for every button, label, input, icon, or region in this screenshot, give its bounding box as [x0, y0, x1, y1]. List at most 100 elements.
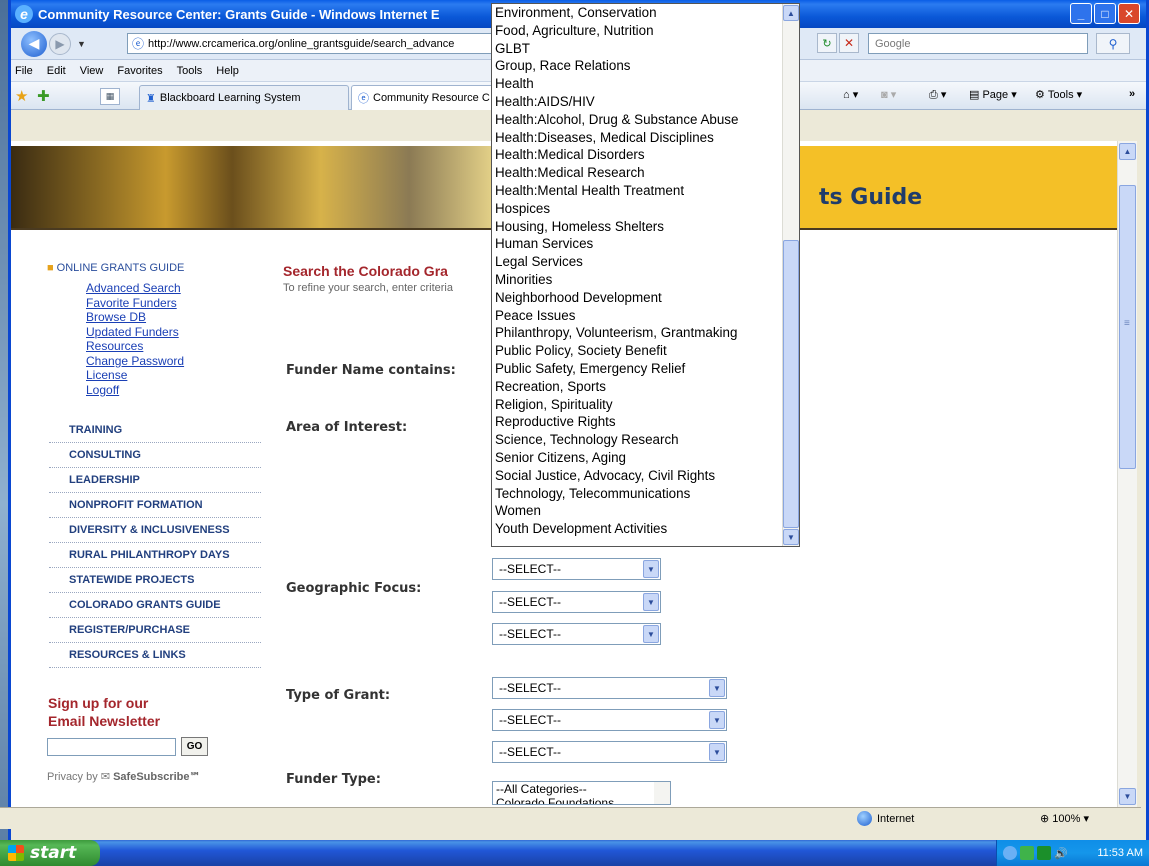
scroll-down-icon[interactable]: ▼	[1119, 788, 1136, 805]
sidebar-item-resources-links[interactable]: RESOURCES & LINKS	[49, 643, 261, 668]
network-icon[interactable]	[1003, 846, 1017, 860]
dropdown-option[interactable]: Minorities	[492, 271, 799, 289]
dropdown-option[interactable]: Health:Alcohol, Drug & Substance Abuse	[492, 111, 799, 129]
sidebar-item-consulting[interactable]: CONSULTING	[49, 443, 261, 468]
link-change-password[interactable]: Change Password	[86, 354, 184, 369]
newsletter-go-button[interactable]: GO	[181, 737, 208, 756]
dropdown-option[interactable]: Neighborhood Development	[492, 289, 799, 307]
dropdown-option[interactable]: Science, Technology Research	[492, 431, 799, 449]
grant-type-select-3[interactable]: --SELECT-- ▼	[492, 741, 727, 763]
link-license[interactable]: License	[86, 368, 184, 383]
dropdown-option[interactable]: Peace Issues	[492, 307, 799, 325]
dropdown-option[interactable]: Environment, Conservation	[492, 4, 799, 22]
dropdown-option[interactable]: Religion, Spirituality	[492, 396, 799, 414]
dropdown-option[interactable]: Health:Medical Research	[492, 164, 799, 182]
dropdown-option[interactable]: Philanthropy, Volunteerism, Grantmaking	[492, 324, 799, 342]
dropdown-option[interactable]: Health:AIDS/HIV	[492, 93, 799, 111]
menu-view[interactable]: View	[80, 65, 104, 77]
menu-favorites[interactable]: Favorites	[117, 65, 162, 77]
address-field[interactable]: ⓔ http://www.crcamerica.org/online_grant…	[127, 33, 507, 54]
link-resources[interactable]: Resources	[86, 339, 184, 354]
grant-type-select-2[interactable]: --SELECT-- ▼	[492, 709, 727, 731]
dropdown-option[interactable]: GLBT	[492, 40, 799, 58]
minimize-button[interactable]: _	[1070, 3, 1092, 24]
security-icon[interactable]	[1037, 846, 1051, 860]
stop-button[interactable]: ✕	[839, 33, 859, 53]
link-logoff[interactable]: Logoff	[86, 383, 184, 398]
dropdown-option[interactable]: Youth Development Activities	[492, 520, 799, 538]
dropdown-option[interactable]: Health:Mental Health Treatment	[492, 182, 799, 200]
back-button[interactable]: ◀	[21, 30, 47, 57]
link-favorite-funders[interactable]: Favorite Funders	[86, 296, 184, 311]
page-menu-button[interactable]: ▤ Page ▾	[969, 88, 1017, 102]
dropdown-option[interactable]: Health:Diseases, Medical Disciplines	[492, 129, 799, 147]
dropdown-option[interactable]: Health	[492, 75, 799, 93]
sidebar-item-training[interactable]: TRAINING	[49, 418, 261, 443]
grant-type-select-1[interactable]: --SELECT-- ▼	[492, 677, 727, 699]
volume-icon[interactable]: 🔊	[1054, 847, 1068, 860]
tab-community-resource[interactable]: ⓔ Community Resource C	[351, 85, 499, 110]
refresh-button[interactable]: ↻	[817, 33, 837, 53]
menu-edit[interactable]: Edit	[47, 65, 66, 77]
dropdown-option[interactable]: Human Services	[492, 235, 799, 253]
sidebar-heading[interactable]: ■ ONLINE GRANTS GUIDE	[47, 262, 184, 274]
sidebar-item-register-purchase[interactable]: REGISTER/PURCHASE	[49, 618, 261, 643]
list-item[interactable]: Colorado Foundations	[493, 796, 670, 804]
scroll-down-icon[interactable]: ▼	[783, 529, 799, 545]
newsletter-email-input[interactable]	[47, 738, 176, 756]
dropdown-option[interactable]: Housing, Homeless Shelters	[492, 218, 799, 236]
sidebar-item-leadership[interactable]: LEADERSHIP	[49, 468, 261, 493]
quick-tabs-icon[interactable]: ▦	[100, 88, 120, 105]
dropdown-option[interactable]: Food, Agriculture, Nutrition	[492, 22, 799, 40]
menu-tools[interactable]: Tools	[177, 65, 203, 77]
dropdown-option[interactable]: Public Policy, Society Benefit	[492, 342, 799, 360]
sidebar-item-rural-philanthropy[interactable]: RURAL PHILANTHROPY DAYS	[49, 543, 261, 568]
dropdown-option[interactable]: Public Safety, Emergency Relief	[492, 360, 799, 378]
sidebar-item-diversity[interactable]: DIVERSITY & INCLUSIVENESS	[49, 518, 261, 543]
feeds-icon[interactable]: ◙ ▾	[881, 88, 896, 101]
link-updated-funders[interactable]: Updated Funders	[86, 325, 184, 340]
dropdown-option[interactable]: Women	[492, 502, 799, 520]
menu-file[interactable]: File	[15, 65, 33, 77]
search-icon[interactable]: ⚲	[1096, 33, 1130, 54]
dropdown-option[interactable]: Hospices	[492, 200, 799, 218]
funder-type-listbox[interactable]: --All Categories-- Colorado Foundations	[492, 781, 671, 805]
dropdown-option[interactable]: Recreation, Sports	[492, 378, 799, 396]
link-advanced-search[interactable]: Advanced Search	[86, 281, 184, 296]
listbox-scrollbar[interactable]	[654, 782, 670, 804]
sidebar-item-colorado-grants-guide[interactable]: COLORADO GRANTS GUIDE	[49, 593, 261, 618]
sidebar-item-statewide-projects[interactable]: STATEWIDE PROJECTS	[49, 568, 261, 593]
dropdown-scrollbar[interactable]: ▲ ▼	[782, 4, 799, 546]
add-favorites-icon[interactable]: ✚	[37, 87, 50, 105]
link-browse-db[interactable]: Browse DB	[86, 310, 184, 325]
geo-select-2[interactable]: --SELECT-- ▼	[492, 591, 661, 613]
history-dropdown-icon[interactable]: ▼	[77, 39, 86, 49]
maximize-button[interactable]: □	[1094, 3, 1116, 24]
search-input[interactable]: Google	[868, 33, 1088, 54]
dropdown-option[interactable]: Health:Medical Disorders	[492, 146, 799, 164]
favorites-star-icon[interactable]: ★	[15, 87, 28, 105]
dropdown-option[interactable]: Senior Citizens, Aging	[492, 449, 799, 467]
dropdown-scroll-thumb[interactable]	[783, 240, 799, 528]
zoom-control[interactable]: ⊕ 100% ▾	[1040, 812, 1089, 825]
scroll-up-icon[interactable]: ▲	[783, 5, 799, 21]
tab-blackboard[interactable]: ♜ Blackboard Learning System	[139, 85, 349, 110]
update-icon[interactable]	[1020, 846, 1034, 860]
page-scrollbar[interactable]: ▲ ▼	[1117, 141, 1137, 807]
forward-button[interactable]: ▶	[49, 32, 71, 55]
tools-menu-button[interactable]: ⚙ Tools ▾	[1035, 88, 1082, 102]
scroll-thumb[interactable]	[1119, 185, 1136, 469]
print-icon[interactable]: ⎙ ▾	[929, 88, 946, 102]
dropdown-option[interactable]: Legal Services	[492, 253, 799, 271]
geo-select-3[interactable]: --SELECT-- ▼	[492, 623, 661, 645]
dropdown-option[interactable]: Group, Race Relations	[492, 57, 799, 75]
dropdown-option[interactable]: Technology, Telecommunications	[492, 485, 799, 503]
list-item[interactable]: --All Categories--	[493, 782, 670, 796]
toolbar-overflow-icon[interactable]: »	[1129, 88, 1135, 100]
sidebar-item-nonprofit-formation[interactable]: NONPROFIT FORMATION	[49, 493, 261, 518]
close-button[interactable]: ✕	[1118, 3, 1140, 24]
geo-select-1[interactable]: --SELECT-- ▼	[492, 558, 661, 580]
dropdown-option[interactable]: Social Justice, Advocacy, Civil Rights	[492, 467, 799, 485]
home-icon[interactable]: ⌂ ▾	[843, 88, 858, 101]
start-button[interactable]: start	[0, 840, 100, 866]
